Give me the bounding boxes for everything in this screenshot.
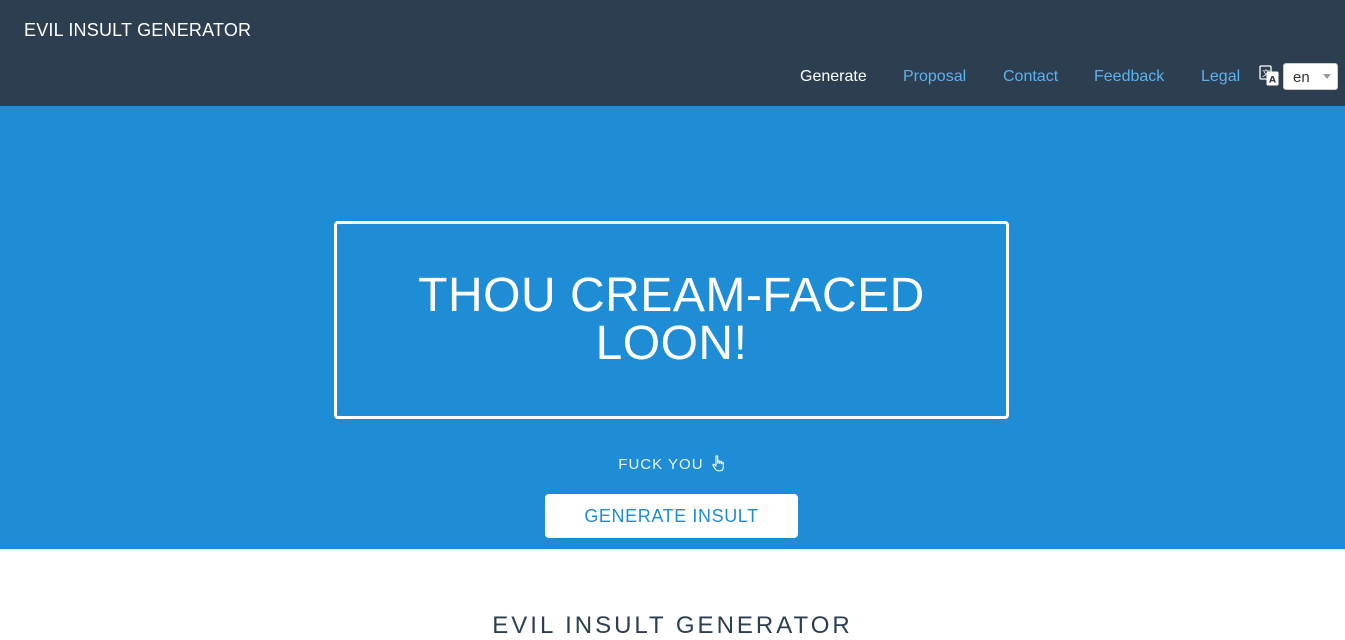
- nav-item-legal[interactable]: Legal: [1201, 68, 1240, 86]
- nav-item-feedback[interactable]: Feedback: [1094, 68, 1164, 86]
- language-select[interactable]: en: [1283, 63, 1338, 90]
- fuck-you-link[interactable]: FUCK YOU: [0, 455, 1345, 473]
- hero-section: THOU CREAM-FACED LOON! FUCK YOU GENERATE…: [0, 106, 1345, 549]
- insult-text: THOU CREAM-FACED LOON!: [418, 269, 925, 370]
- section-heading: EVIL INSULT GENERATOR: [492, 612, 853, 639]
- insult-display-box: THOU CREAM-FACED LOON!: [334, 221, 1009, 419]
- pointing-hand-icon: [711, 455, 727, 472]
- chevron-down-icon: [1323, 74, 1331, 79]
- nav-item-proposal[interactable]: Proposal: [903, 68, 966, 86]
- nav-item-contact[interactable]: Contact: [1003, 68, 1058, 86]
- svg-text:A: A: [1269, 76, 1276, 86]
- nav-item-generate[interactable]: Generate: [800, 68, 867, 86]
- fuck-you-label: FUCK YOU: [618, 456, 704, 473]
- translate-icon: 文 A: [1259, 65, 1279, 87]
- language-select-value: en: [1293, 69, 1310, 86]
- brand-logo-text[interactable]: EVIL INSULT GENERATOR: [24, 20, 251, 41]
- top-navbar: EVIL INSULT GENERATOR Generate Proposal …: [0, 0, 1345, 106]
- generate-insult-button[interactable]: GENERATE INSULT: [545, 494, 798, 538]
